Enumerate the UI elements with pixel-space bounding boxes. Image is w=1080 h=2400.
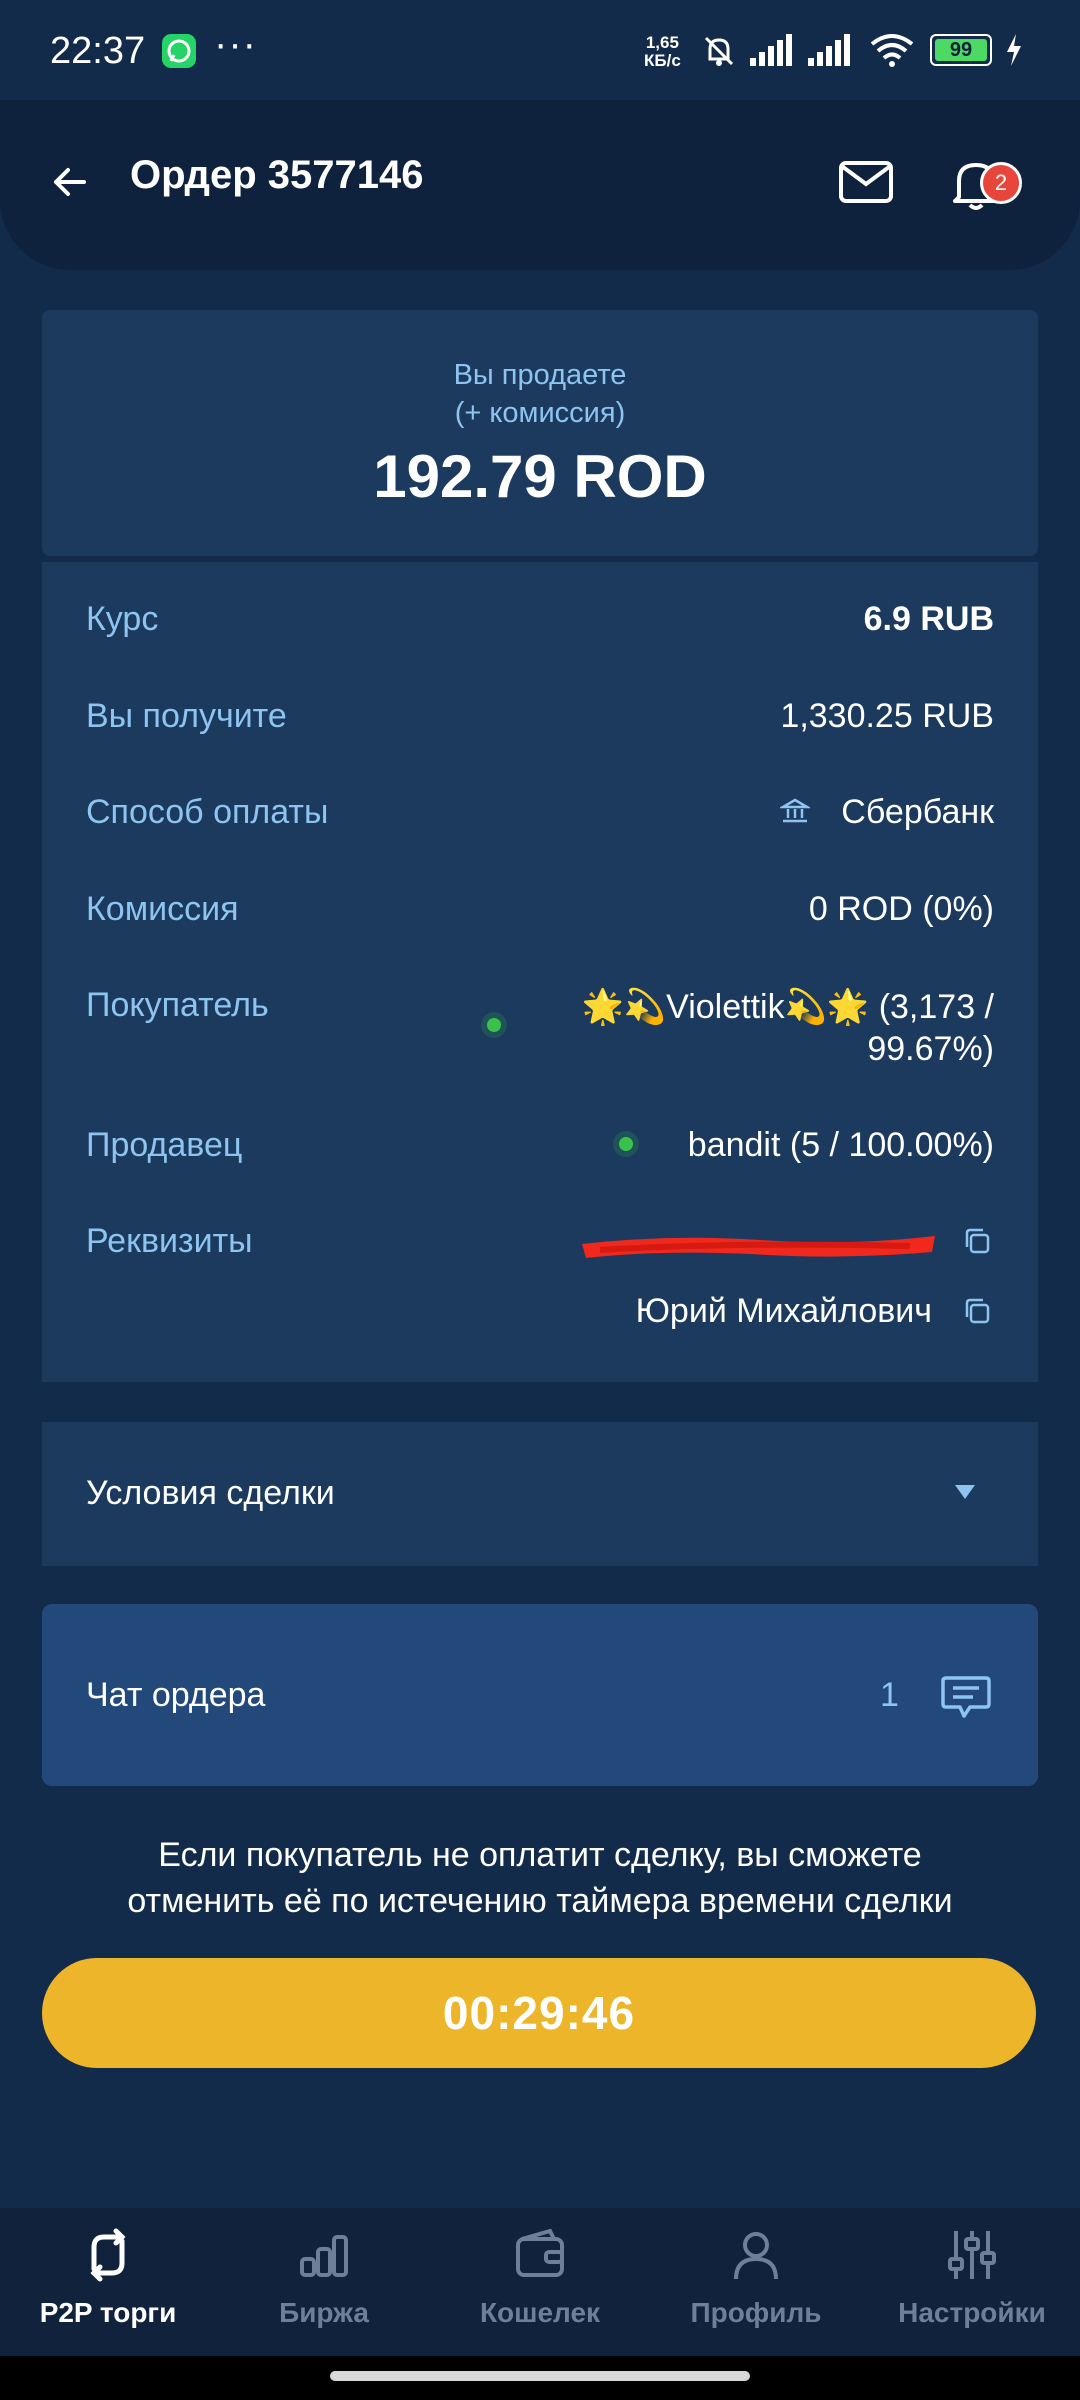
status-time: 22:37 xyxy=(50,30,146,72)
chat-message-count: 1 xyxy=(880,1676,899,1714)
more-icon: ··· xyxy=(214,22,257,66)
rate-label: Курс xyxy=(86,600,159,638)
deal-conditions-label: Условия сделки xyxy=(86,1474,335,1512)
payment-method-value: Сбербанк xyxy=(841,793,994,831)
buyer-label: Покупатель xyxy=(86,986,269,1024)
buyer-name-rating: 🌟💫Violettik💫🌟 (3,173 / xyxy=(581,988,994,1026)
signal-icon xyxy=(748,32,796,73)
back-arrow-icon[interactable] xyxy=(48,160,92,209)
cancel-notice-line2: отменить её по истечению таймера времени… xyxy=(127,1882,953,1920)
bank-icon xyxy=(778,796,812,831)
nav-item-exchange[interactable]: Биржа xyxy=(216,2225,432,2328)
status-bar: 22:37 ··· 1,65 КБ/с 99 xyxy=(0,0,1080,100)
cancel-notice: Если покупатель не оплатит сделку, вы см… xyxy=(42,1832,1038,1924)
network-speed: 1,65 КБ/с xyxy=(644,34,681,70)
chevron-down-icon xyxy=(955,1485,975,1499)
home-indicator[interactable] xyxy=(330,2371,750,2381)
sell-fee-note: (+ комиссия) xyxy=(454,397,626,429)
page-title: Ордер 3577146 xyxy=(130,153,424,197)
nav-label-wallet: Кошелек xyxy=(479,2297,601,2328)
receive-label: Вы получите xyxy=(86,697,287,735)
requisites-name: Юрий Михайлович xyxy=(635,1292,932,1330)
payment-method-label: Способ оплаты xyxy=(86,793,329,831)
charging-icon xyxy=(1004,32,1024,73)
mail-icon[interactable] xyxy=(838,160,894,209)
network-speed-unit: КБ/с xyxy=(644,51,681,70)
nav-item-p2p[interactable]: P2P торги xyxy=(0,2225,216,2328)
nav-label-p2p: P2P торги xyxy=(39,2297,177,2328)
network-speed-value: 1,65 xyxy=(645,33,679,52)
fee-value: 0 ROD (0%) xyxy=(808,890,994,928)
user-icon xyxy=(726,2232,786,2289)
seller-value[interactable]: bandit (5 / 100.00%) xyxy=(688,1126,994,1165)
battery-level: 99 xyxy=(935,39,987,61)
requisites-label: Реквизиты xyxy=(86,1222,253,1260)
nav-item-settings[interactable]: Настройки xyxy=(864,2225,1080,2328)
sell-amount: 192.79 ROD xyxy=(373,443,707,510)
seller-label: Продавец xyxy=(86,1126,243,1164)
copy-icon[interactable] xyxy=(962,1226,992,1261)
wallet-icon xyxy=(510,2228,570,2289)
chart-bars-icon xyxy=(294,2235,354,2289)
battery-icon: 99 xyxy=(930,34,992,66)
notification-badge: 2 xyxy=(980,162,1022,204)
chat-icon xyxy=(940,1672,992,1727)
fee-label: Комиссия xyxy=(86,890,239,928)
sell-summary-card: Вы продаете (+ комиссия) 192.79 ROD xyxy=(42,310,1038,556)
order-chat-label: Чат ордера xyxy=(86,1676,266,1714)
nav-label-settings: Настройки xyxy=(898,2297,1046,2328)
nav-item-profile[interactable]: Профиль xyxy=(648,2225,864,2328)
receive-value: 1,330.25 RUB xyxy=(780,697,994,735)
nav-label-profile: Профиль xyxy=(690,2297,822,2328)
nav-item-wallet[interactable]: Кошелек xyxy=(432,2225,648,2328)
buyer-rating-percent: 99.67%) xyxy=(867,1030,994,1068)
wifi-icon xyxy=(868,32,916,73)
buyer-value[interactable]: 🌟💫Violettik💫🌟 (3,173 / 99.67%) xyxy=(581,986,994,1070)
p2p-exchange-icon xyxy=(78,2228,138,2289)
buyer-online-indicator xyxy=(487,1018,501,1032)
seller-online-indicator xyxy=(619,1137,633,1151)
copy-icon[interactable] xyxy=(962,1296,992,1331)
deal-timer-button[interactable]: 00:29:46 xyxy=(42,1958,1036,2068)
redacted-card-number xyxy=(580,1222,940,1273)
sliders-icon xyxy=(942,2231,1002,2289)
mute-bell-icon xyxy=(700,32,738,75)
signal-icon xyxy=(806,32,854,73)
cancel-notice-line1: Если покупатель не оплатит сделку, вы см… xyxy=(158,1836,922,1874)
sell-label: Вы продаете xyxy=(453,359,627,391)
whatsapp-icon xyxy=(162,34,196,68)
rate-value: 6.9 RUB xyxy=(863,600,994,638)
nav-label-exchange: Биржа xyxy=(279,2297,369,2328)
